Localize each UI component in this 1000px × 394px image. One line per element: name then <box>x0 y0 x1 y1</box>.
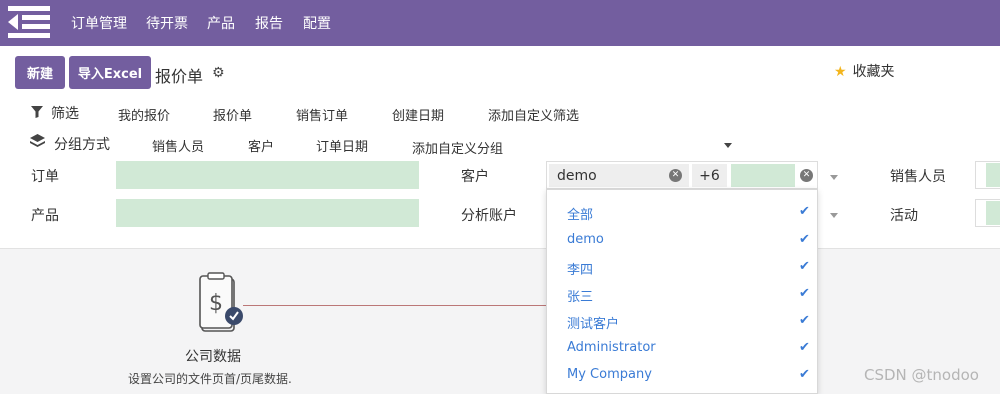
svg-text:$: $ <box>209 291 223 316</box>
group-order-date[interactable]: 订单日期 <box>316 136 368 155</box>
order-input[interactable] <box>116 161 419 189</box>
dropdown-item-zhangsan[interactable]: 张三 <box>567 286 593 305</box>
activity-field-label: 活动 <box>890 208 918 224</box>
check-icon: ✔ <box>799 232 810 247</box>
chevron-down-icon[interactable] <box>724 143 732 148</box>
favorites-toggle[interactable]: ★ 收藏夹 <box>834 61 895 81</box>
nav-item-reports[interactable]: 报告 <box>255 13 283 33</box>
company-data-subtitle: 设置公司的文件页首/页尾数据. <box>128 372 292 386</box>
customer-dropdown: 全部 ✔ demo ✔ 李四 ✔ 张三 ✔ 测试客户 ✔ Administrat… <box>546 189 818 394</box>
new-button[interactable]: 新建 <box>15 56 65 89</box>
import-excel-button[interactable]: 导入Excel <box>69 56 151 89</box>
filter-sales-orders[interactable]: 销售订单 <box>296 105 348 124</box>
dropdown-item-administrator[interactable]: Administrator <box>567 340 656 355</box>
filter-icon <box>31 106 43 118</box>
filter-my-quotations[interactable]: 我的报价 <box>118 105 170 124</box>
nav-item-configuration[interactable]: 配置 <box>303 13 331 33</box>
product-input[interactable] <box>116 199 419 227</box>
layers-icon <box>30 134 45 147</box>
group-add-custom[interactable]: 添加自定义分组 <box>412 138 503 157</box>
customer-tag: demo <box>549 164 689 187</box>
nav-item-order-management[interactable]: 订单管理 <box>71 13 127 33</box>
group-customer[interactable]: 客户 <box>248 136 274 155</box>
filter-quotations[interactable]: 报价单 <box>213 105 252 124</box>
dropdown-item-my-company[interactable]: My Company <box>567 367 652 382</box>
filter-create-date[interactable]: 创建日期 <box>392 105 444 124</box>
check-icon: ✔ <box>799 286 810 301</box>
groupby-section-head[interactable]: 分组方式 <box>54 134 110 154</box>
analytic-account-label: 分析账户 <box>461 208 517 224</box>
close-icon[interactable]: ✕ <box>669 169 682 182</box>
dropdown-item-lisi[interactable]: 李四 <box>567 259 593 278</box>
activity-select[interactable] <box>975 199 1000 227</box>
watermark: CSDN @tnodoo <box>864 366 979 384</box>
page-title: 报价单 <box>155 67 204 86</box>
nav-item-products[interactable]: 产品 <box>207 13 235 33</box>
check-icon: ✔ <box>799 367 810 382</box>
favorites-label: 收藏夹 <box>852 64 895 80</box>
customer-more-count[interactable]: +6 <box>692 164 727 187</box>
top-navbar: 订单管理 待开票 产品 报告 配置 <box>0 0 1000 46</box>
product-field-label: 产品 <box>31 208 59 224</box>
dropdown-item-test-customer[interactable]: 测试客户 <box>567 313 619 332</box>
nav-item-to-invoice[interactable]: 待开票 <box>146 13 188 33</box>
clear-icon[interactable]: ✕ <box>800 169 813 182</box>
gear-icon[interactable]: ⚙ <box>212 65 225 81</box>
check-icon: ✔ <box>799 313 810 328</box>
chevron-down-icon[interactable] <box>830 175 838 180</box>
check-icon: ✔ <box>799 204 810 219</box>
salesperson-select[interactable] <box>975 161 1000 189</box>
dropdown-item-demo[interactable]: demo <box>567 232 604 247</box>
document-dollar-icon: $ <box>199 272 243 332</box>
check-icon: ✔ <box>799 340 810 355</box>
chevron-down-icon[interactable] <box>830 213 838 218</box>
menu-toggle-icon[interactable] <box>8 5 52 39</box>
check-icon: ✔ <box>799 259 810 274</box>
dropdown-item-all[interactable]: 全部 <box>567 204 593 223</box>
customer-tag-label: demo <box>557 167 597 184</box>
customer-input-area[interactable] <box>731 164 795 187</box>
salesperson-field-label: 销售人员 <box>890 169 946 185</box>
customer-field-label: 客户 <box>461 169 489 185</box>
filter-add-custom[interactable]: 添加自定义筛选 <box>488 105 579 124</box>
filter-section-head[interactable]: 筛选 <box>51 103 79 123</box>
group-salesperson[interactable]: 销售人员 <box>152 136 204 155</box>
order-field-label: 订单 <box>31 169 59 185</box>
company-data-title: 公司数据 <box>185 349 241 365</box>
star-icon: ★ <box>834 64 847 80</box>
